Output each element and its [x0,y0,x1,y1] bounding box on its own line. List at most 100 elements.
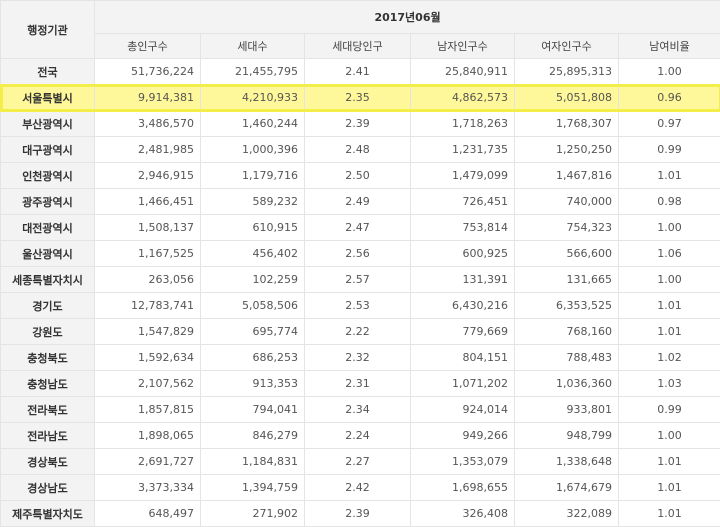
region-cell: 서울특별시 [1,85,95,111]
male-population-cell: 1,718,263 [411,111,515,137]
male-population-cell: 1,353,079 [411,449,515,475]
region-cell: 인천광역시 [1,163,95,189]
region-cell: 전라북도 [1,397,95,423]
region-cell: 경상남도 [1,475,95,501]
persons-per-household-cell: 2.56 [305,241,411,267]
sex-ratio-cell: 0.97 [619,111,720,137]
region-cell: 광주광역시 [1,189,95,215]
total-population-cell: 1,508,137 [95,215,201,241]
households-cell: 1,179,716 [201,163,305,189]
sex-ratio-cell: 1.06 [619,241,720,267]
households-cell: 21,455,795 [201,59,305,85]
male-population-cell: 1,231,735 [411,137,515,163]
sex-ratio-cell: 0.96 [619,85,720,111]
female-population-cell: 131,665 [515,267,619,293]
table-row: 대전광역시1,508,137610,9152.47753,814754,3231… [1,215,720,241]
total-population-cell: 3,486,570 [95,111,201,137]
table-row: 부산광역시3,486,5701,460,2442.391,718,2631,76… [1,111,720,137]
total-population-cell: 2,107,562 [95,371,201,397]
persons-per-household-cell: 2.42 [305,475,411,501]
households-cell: 1,394,759 [201,475,305,501]
female-population-cell: 740,000 [515,189,619,215]
table-row: 경기도12,783,7415,058,5062.536,430,2166,353… [1,293,720,319]
region-cell: 대전광역시 [1,215,95,241]
region-cell: 충청남도 [1,371,95,397]
sex-ratio-cell: 1.03 [619,371,720,397]
period-header: 2017년06월 [95,1,720,34]
persons-per-household-cell: 2.41 [305,59,411,85]
households-cell: 794,041 [201,397,305,423]
total-population-cell: 1,547,829 [95,319,201,345]
column-header-households: 세대수 [201,34,305,59]
male-population-cell: 4,862,573 [411,85,515,111]
persons-per-household-cell: 2.39 [305,501,411,527]
column-header-persons-per-household: 세대당인구 [305,34,411,59]
column-header-male-population: 남자인구수 [411,34,515,59]
persons-per-household-cell: 2.53 [305,293,411,319]
total-population-cell: 1,592,634 [95,345,201,371]
households-cell: 5,058,506 [201,293,305,319]
table-row: 광주광역시1,466,451589,2322.49726,451740,0000… [1,189,720,215]
table-row: 충청남도2,107,562913,3532.311,071,2021,036,3… [1,371,720,397]
sex-ratio-cell: 1.00 [619,59,720,85]
male-population-cell: 949,266 [411,423,515,449]
table-row: 충청북도1,592,634686,2532.32804,151788,4831.… [1,345,720,371]
table-row: 경상남도3,373,3341,394,7592.421,698,6551,674… [1,475,720,501]
sex-ratio-cell: 0.98 [619,189,720,215]
region-cell: 전라남도 [1,423,95,449]
male-population-cell: 924,014 [411,397,515,423]
region-cell: 부산광역시 [1,111,95,137]
header-row-period: 행정기관 2017년06월 [1,1,720,34]
male-population-cell: 131,391 [411,267,515,293]
households-cell: 610,915 [201,215,305,241]
female-population-cell: 322,089 [515,501,619,527]
sex-ratio-cell: 1.00 [619,423,720,449]
female-population-cell: 1,250,250 [515,137,619,163]
persons-per-household-cell: 2.47 [305,215,411,241]
total-population-cell: 2,481,985 [95,137,201,163]
persons-per-household-cell: 2.22 [305,319,411,345]
persons-per-household-cell: 2.57 [305,267,411,293]
male-population-cell: 804,151 [411,345,515,371]
persons-per-household-cell: 2.35 [305,85,411,111]
households-cell: 695,774 [201,319,305,345]
column-header-total-population: 총인구수 [95,34,201,59]
households-cell: 456,402 [201,241,305,267]
sex-ratio-cell: 1.01 [619,475,720,501]
male-population-cell: 726,451 [411,189,515,215]
sex-ratio-cell: 1.01 [619,163,720,189]
persons-per-household-cell: 2.31 [305,371,411,397]
region-cell: 경상북도 [1,449,95,475]
region-cell: 경기도 [1,293,95,319]
male-population-cell: 25,840,911 [411,59,515,85]
persons-per-household-cell: 2.32 [305,345,411,371]
female-population-cell: 1,768,307 [515,111,619,137]
table-row: 경상북도2,691,7271,184,8312.271,353,0791,338… [1,449,720,475]
table-row: 전라북도1,857,815794,0412.34924,014933,8010.… [1,397,720,423]
female-population-cell: 1,467,816 [515,163,619,189]
female-population-cell: 788,483 [515,345,619,371]
table-row: 대구광역시2,481,9851,000,3962.481,231,7351,25… [1,137,720,163]
persons-per-household-cell: 2.24 [305,423,411,449]
households-cell: 1,184,831 [201,449,305,475]
total-population-cell: 2,691,727 [95,449,201,475]
total-population-cell: 648,497 [95,501,201,527]
table-row: 강원도1,547,829695,7742.22779,669768,1601.0… [1,319,720,345]
sex-ratio-cell: 1.01 [619,501,720,527]
total-population-cell: 1,167,525 [95,241,201,267]
male-population-cell: 1,698,655 [411,475,515,501]
total-population-cell: 1,857,815 [95,397,201,423]
population-table: 행정기관 2017년06월 총인구수 세대수 세대당인구 남자인구수 여자인구수… [0,0,720,527]
households-cell: 4,210,933 [201,85,305,111]
persons-per-household-cell: 2.50 [305,163,411,189]
households-cell: 1,000,396 [201,137,305,163]
table-row: 세종특별자치시263,056102,2592.57131,391131,6651… [1,267,720,293]
region-cell: 대구광역시 [1,137,95,163]
female-population-cell: 1,338,648 [515,449,619,475]
female-population-cell: 566,600 [515,241,619,267]
male-population-cell: 6,430,216 [411,293,515,319]
total-population-cell: 1,898,065 [95,423,201,449]
table-row: 제주특별자치도648,497271,9022.39326,408322,0891… [1,501,720,527]
female-population-cell: 768,160 [515,319,619,345]
female-population-cell: 5,051,808 [515,85,619,111]
